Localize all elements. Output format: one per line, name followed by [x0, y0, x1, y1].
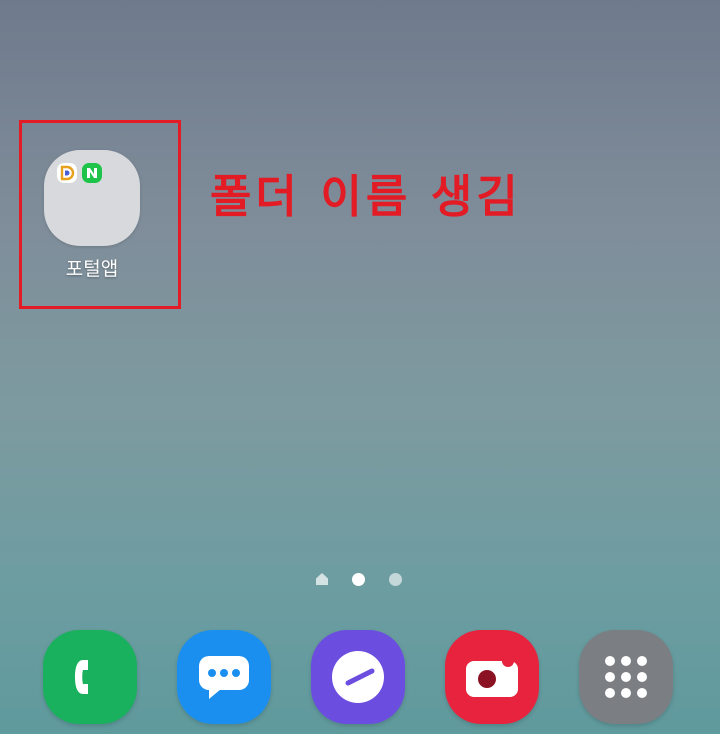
apps-drawer[interactable] [579, 630, 673, 724]
folder-name-label[interactable]: 포털앱 [22, 254, 162, 281]
phone-app[interactable] [43, 630, 137, 724]
dock [0, 630, 720, 734]
folder-icon[interactable] [44, 150, 140, 246]
internet-app[interactable] [311, 630, 405, 724]
phone-icon [75, 660, 88, 694]
camera-app[interactable] [445, 630, 539, 724]
page-dot-active [352, 573, 365, 586]
messages-app[interactable] [177, 630, 271, 724]
annotation-text: 폴더 이름 생김 [210, 170, 522, 223]
page-indicator [312, 571, 408, 589]
home-page-icon [316, 573, 328, 585]
camera-icon [466, 655, 518, 697]
messages-icon [199, 656, 249, 699]
apps-grid-icon [605, 656, 647, 698]
page-dot [389, 573, 402, 586]
naver-app-icon [82, 163, 102, 183]
daum-app-icon [57, 163, 77, 183]
internet-browser-icon [332, 651, 384, 703]
